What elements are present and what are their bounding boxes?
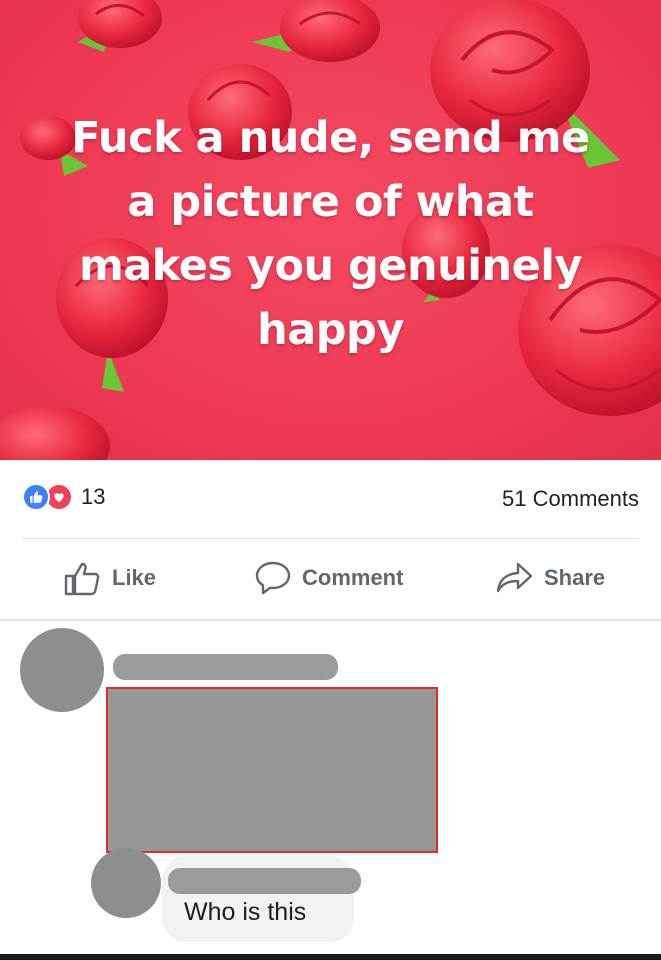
like-button[interactable]: Like bbox=[64, 560, 156, 596]
comment-button[interactable]: Comment bbox=[254, 560, 403, 596]
thumbs-up-icon bbox=[64, 562, 100, 596]
avatar[interactable] bbox=[20, 628, 104, 712]
avatar[interactable] bbox=[91, 848, 161, 918]
quote-line: Fuck a nude, send me bbox=[71, 113, 590, 163]
divider bbox=[22, 538, 639, 539]
like-label: Like bbox=[112, 565, 157, 590]
post-image[interactable]: Fuck a nude, send me a picture of what m… bbox=[0, 0, 661, 460]
share-button[interactable]: Share bbox=[496, 560, 605, 596]
redacted-comment bbox=[106, 687, 438, 853]
bottom-edge bbox=[0, 954, 661, 960]
quote-line: happy bbox=[257, 305, 404, 355]
like-reaction-icon bbox=[22, 483, 50, 511]
quote-line: makes you genuinely bbox=[78, 241, 583, 291]
share-label: Share bbox=[544, 565, 606, 590]
reply-text: Who is this bbox=[184, 898, 307, 926]
redacted-name bbox=[113, 654, 338, 680]
section-separator bbox=[0, 619, 661, 621]
share-arrow-icon bbox=[496, 562, 533, 593]
comment-label: Comment bbox=[302, 565, 404, 590]
comments-count-link[interactable]: 51 Comments bbox=[502, 486, 639, 512]
reaction-count: 13 bbox=[81, 484, 106, 509]
reactions-summary[interactable]: 13 bbox=[22, 483, 105, 511]
speech-bubble-icon bbox=[255, 561, 291, 595]
quote-line: a picture of what bbox=[127, 177, 534, 227]
post-quote-text: Fuck a nude, send me a picture of what m… bbox=[30, 106, 631, 362]
redacted-name bbox=[168, 868, 361, 894]
